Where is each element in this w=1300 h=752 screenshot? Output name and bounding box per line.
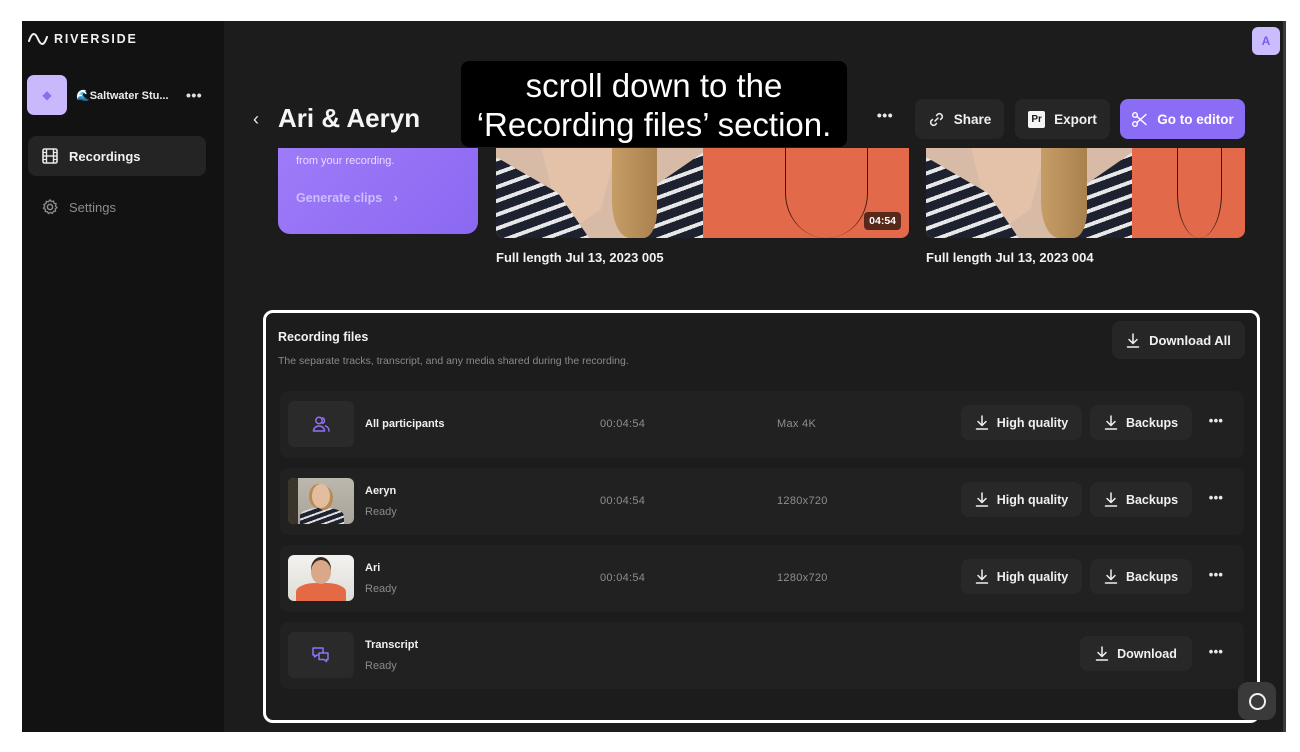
export-label: Export <box>1054 111 1097 127</box>
go-to-editor-label: Go to editor <box>1157 111 1234 127</box>
share-button[interactable]: Share <box>915 99 1004 139</box>
workspace-more-button[interactable]: ••• <box>186 87 202 103</box>
share-label: Share <box>953 111 992 127</box>
riverside-logo[interactable]: RIVERSIDE <box>28 31 138 47</box>
recording-files-highlight-box <box>263 310 1260 723</box>
video-title[interactable]: Full length Jul 13, 2023 004 <box>926 250 1094 265</box>
film-icon <box>42 148 58 164</box>
go-to-editor-button[interactable]: Go to editor <box>1120 99 1245 139</box>
back-button[interactable]: ‹ <box>246 107 266 131</box>
help-icon <box>1248 692 1266 710</box>
video-thumbnail[interactable]: 04:54 <box>496 148 909 238</box>
help-button[interactable] <box>1238 682 1276 720</box>
scissors-icon <box>1132 111 1147 127</box>
app-window: RIVERSIDE ◆ 🌊Saltwater Stu... ••• Record… <box>22 21 1285 732</box>
diamond-icon: ◆ <box>42 88 52 102</box>
sidebar: RIVERSIDE ◆ 🌊Saltwater Stu... ••• Record… <box>22 21 224 732</box>
more-options-button[interactable]: ••• <box>874 107 896 129</box>
generate-clips-link[interactable]: Generate clips › <box>296 191 398 205</box>
video-panel-ari: 04:54 <box>703 148 909 238</box>
user-avatar[interactable]: A <box>1252 27 1280 55</box>
gear-icon <box>42 199 58 215</box>
duration-badge: 04:54 <box>864 212 901 230</box>
export-button[interactable]: Pr Export <box>1015 99 1110 139</box>
premiere-icon: Pr <box>1028 110 1046 128</box>
caption-line: ‘Recording files’ section. <box>476 106 832 143</box>
page-title: Ari & Aeryn <box>278 103 421 133</box>
video-panel-ari <box>1132 148 1245 238</box>
link-icon <box>929 112 943 126</box>
brand-name: RIVERSIDE <box>54 32 138 46</box>
video-panel-aeryn <box>926 148 1132 238</box>
generate-clips-label: Generate clips <box>296 191 383 205</box>
sidebar-item-settings[interactable]: Settings <box>28 187 206 227</box>
workspace-avatar: ◆ <box>27 75 67 115</box>
video-panel-aeryn <box>496 148 703 238</box>
wave-logo-icon <box>28 33 48 45</box>
workspace-switcher[interactable]: ◆ 🌊Saltwater Stu... ••• <box>27 74 207 116</box>
clips-description: from your recording. <box>296 155 395 167</box>
sidebar-item-label: Recordings <box>69 148 141 164</box>
caption-line: scroll down to the <box>525 67 783 104</box>
sidebar-item-label: Settings <box>69 199 116 215</box>
sidebar-item-recordings[interactable]: Recordings <box>28 136 206 176</box>
workspace-name: 🌊Saltwater Stu... <box>76 89 169 102</box>
window-edge <box>1283 21 1286 732</box>
chevron-right-icon: › <box>393 191 398 205</box>
video-caption-overlay: scroll down to the ‘Recording files’ sec… <box>461 61 847 147</box>
video-title[interactable]: Full length Jul 13, 2023 005 <box>496 250 664 265</box>
video-thumbnail[interactable] <box>926 148 1245 238</box>
